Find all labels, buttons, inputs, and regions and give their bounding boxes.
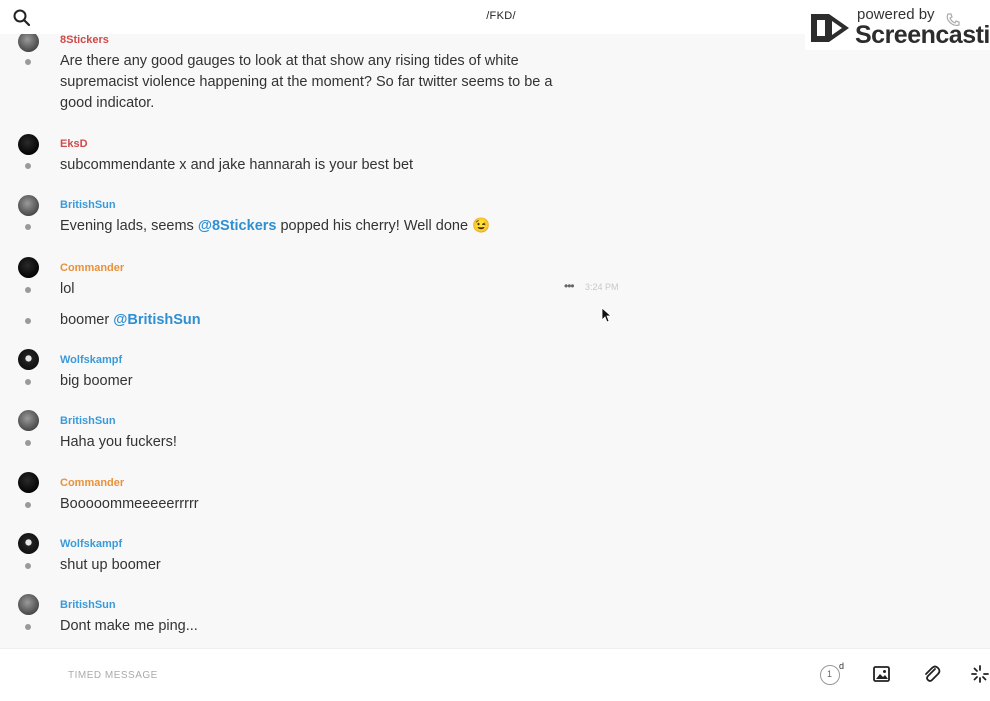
timestamp: 3:24 PM: [585, 282, 619, 292]
image-icon[interactable]: [872, 664, 892, 684]
timer-button[interactable]: 1 d: [820, 661, 845, 687]
message-line: Booooommeeeeerrrrr: [0, 494, 700, 514]
text-segment: popped his cherry! Well done 😉: [276, 218, 491, 234]
composer-bar: 1 d: [0, 648, 990, 701]
message-line: big boomer: [0, 371, 700, 391]
watermark-brand: Screencastify: [855, 21, 990, 49]
text-segment: boomer: [60, 312, 114, 328]
mention-link[interactable]: @8Stickers: [198, 218, 277, 234]
message-text: Dont make me ping...: [60, 618, 198, 634]
message-line: Dont make me ping...: [0, 616, 700, 636]
username[interactable]: 8Stickers: [60, 34, 109, 46]
username[interactable]: BritishSun: [60, 415, 116, 427]
avatar[interactable]: [18, 257, 39, 278]
message-text: Haha you fuckers!: [60, 434, 177, 450]
status-dot: [25, 563, 31, 569]
avatar[interactable]: [18, 472, 39, 493]
username[interactable]: Wolfskampf: [60, 538, 122, 550]
paperclip-icon[interactable]: [922, 664, 942, 684]
username[interactable]: EksD: [60, 138, 88, 150]
mouse-cursor-icon: [601, 307, 611, 323]
message-line: subcommendante x and jake hannarah is yo…: [0, 155, 700, 175]
message-list: 8Stickers Are there any good gauges to l…: [0, 0, 990, 648]
status-dot: [25, 287, 31, 293]
status-dot: [25, 624, 31, 630]
username[interactable]: Commander: [60, 262, 124, 274]
phone-icon[interactable]: [945, 12, 961, 28]
mention-link[interactable]: @BritishSun: [113, 312, 200, 328]
message-line: Are there any good gauges to look at tha…: [0, 51, 700, 111]
screencastify-watermark: powered by Screencastify: [805, 4, 990, 50]
status-dot: [25, 440, 31, 446]
message-text: big boomer: [60, 373, 133, 389]
timer-value: 1: [827, 669, 833, 679]
avatar[interactable]: [18, 410, 39, 431]
message-input[interactable]: [66, 663, 770, 687]
message-line: lol ••• 3:24 PM: [0, 279, 700, 299]
avatar[interactable]: [18, 594, 39, 615]
username[interactable]: BritishSun: [60, 599, 116, 611]
status-dot: [25, 224, 31, 230]
avatar[interactable]: [18, 31, 39, 52]
message-text: Evening lads, seems @8Stickers popped hi…: [60, 216, 560, 237]
message-line: Evening lads, seems @8Stickers popped hi…: [0, 216, 700, 236]
avatar[interactable]: [18, 195, 39, 216]
status-dot: [25, 163, 31, 169]
status-dot: [25, 59, 31, 65]
message-text: subcommendante x and jake hannarah is yo…: [60, 157, 414, 173]
sparkle-icon[interactable]: [970, 664, 990, 684]
message-text: Booooommeeeeerrrrr: [60, 496, 199, 512]
status-dot: [25, 379, 31, 385]
message-text: lol: [60, 281, 75, 297]
timer-unit: d: [839, 661, 845, 671]
message-line: Haha you fuckers!: [0, 432, 700, 452]
username[interactable]: BritishSun: [60, 199, 116, 211]
status-dot: [25, 502, 31, 508]
avatar[interactable]: [18, 533, 39, 554]
message-text: shut up boomer: [60, 557, 161, 573]
avatar[interactable]: [18, 134, 39, 155]
username[interactable]: Wolfskampf: [60, 354, 122, 366]
message-text: Are there any good gauges to look at tha…: [60, 53, 553, 111]
message-line: boomer @BritishSun: [0, 310, 700, 330]
text-segment: Evening lads, seems: [60, 218, 198, 234]
message-line: shut up boomer: [0, 555, 700, 575]
more-options-icon[interactable]: •••: [564, 279, 575, 293]
status-dot: [25, 318, 31, 324]
screencastify-logo-icon: [811, 14, 849, 42]
message-text: boomer @BritishSun: [60, 310, 560, 331]
username[interactable]: Commander: [60, 477, 124, 489]
avatar[interactable]: [18, 349, 39, 370]
